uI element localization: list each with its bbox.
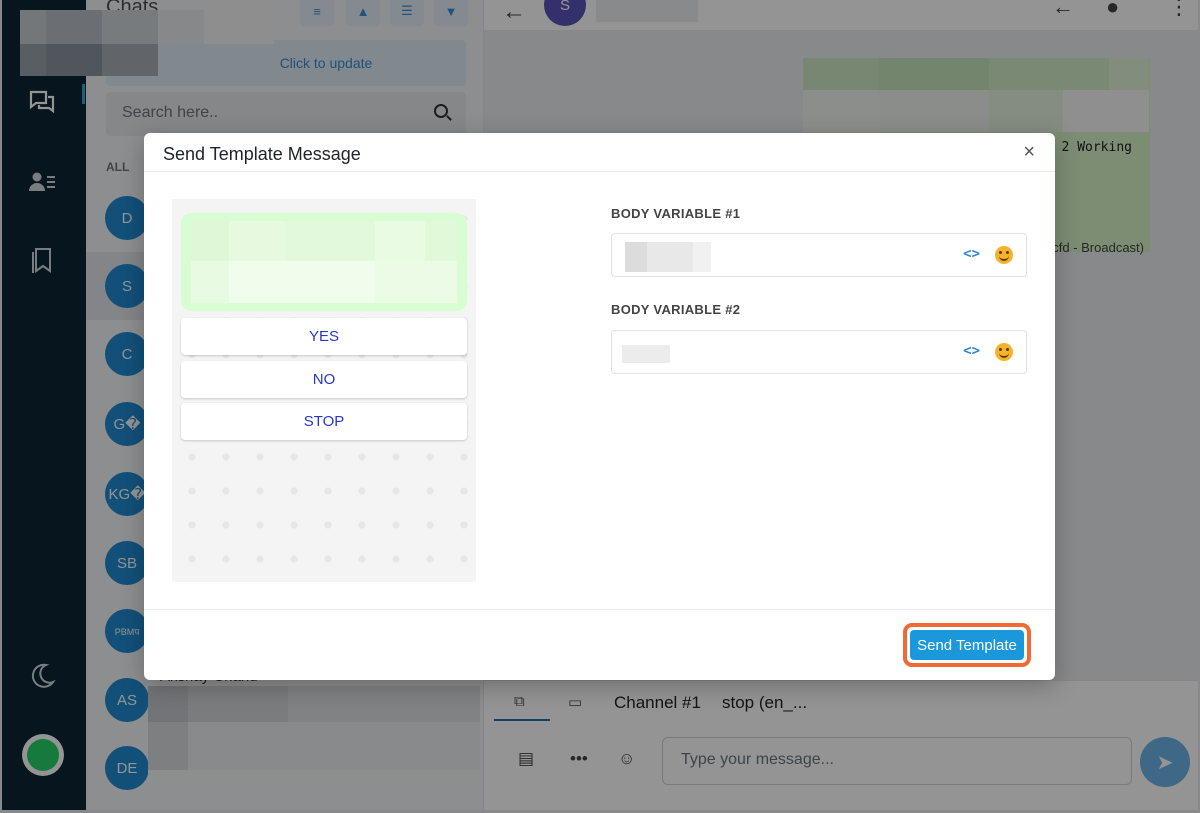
body-variable-1-label: BODY VARIABLE #1 (611, 206, 741, 221)
emoji-icon[interactable] (995, 246, 1013, 264)
quick-reply-stop[interactable]: STOP (181, 403, 467, 440)
body-variable-1-input[interactable]: <> (611, 233, 1027, 277)
redacted-block (622, 345, 670, 363)
modal-header: Send Template Message × (144, 133, 1055, 172)
redacted-block (191, 221, 457, 303)
modal-title: Send Template Message (163, 144, 361, 164)
code-icon[interactable]: <> (963, 246, 980, 262)
redacted-block (625, 242, 711, 272)
body-variable-2-label: BODY VARIABLE #2 (611, 302, 741, 317)
message-bubble (181, 213, 467, 311)
code-icon[interactable]: <> (963, 343, 980, 359)
emoji-icon[interactable] (995, 343, 1013, 361)
send-template-modal: Send Template Message × YES NO STOP BODY… (144, 133, 1055, 680)
body-variable-2-input[interactable]: <> (611, 330, 1027, 374)
quick-reply-yes[interactable]: YES (181, 318, 467, 355)
close-icon[interactable]: × (1023, 141, 1035, 163)
quick-reply-no[interactable]: NO (181, 361, 467, 398)
send-template-button[interactable]: Send Template (910, 630, 1024, 660)
template-preview: YES NO STOP (172, 199, 476, 582)
